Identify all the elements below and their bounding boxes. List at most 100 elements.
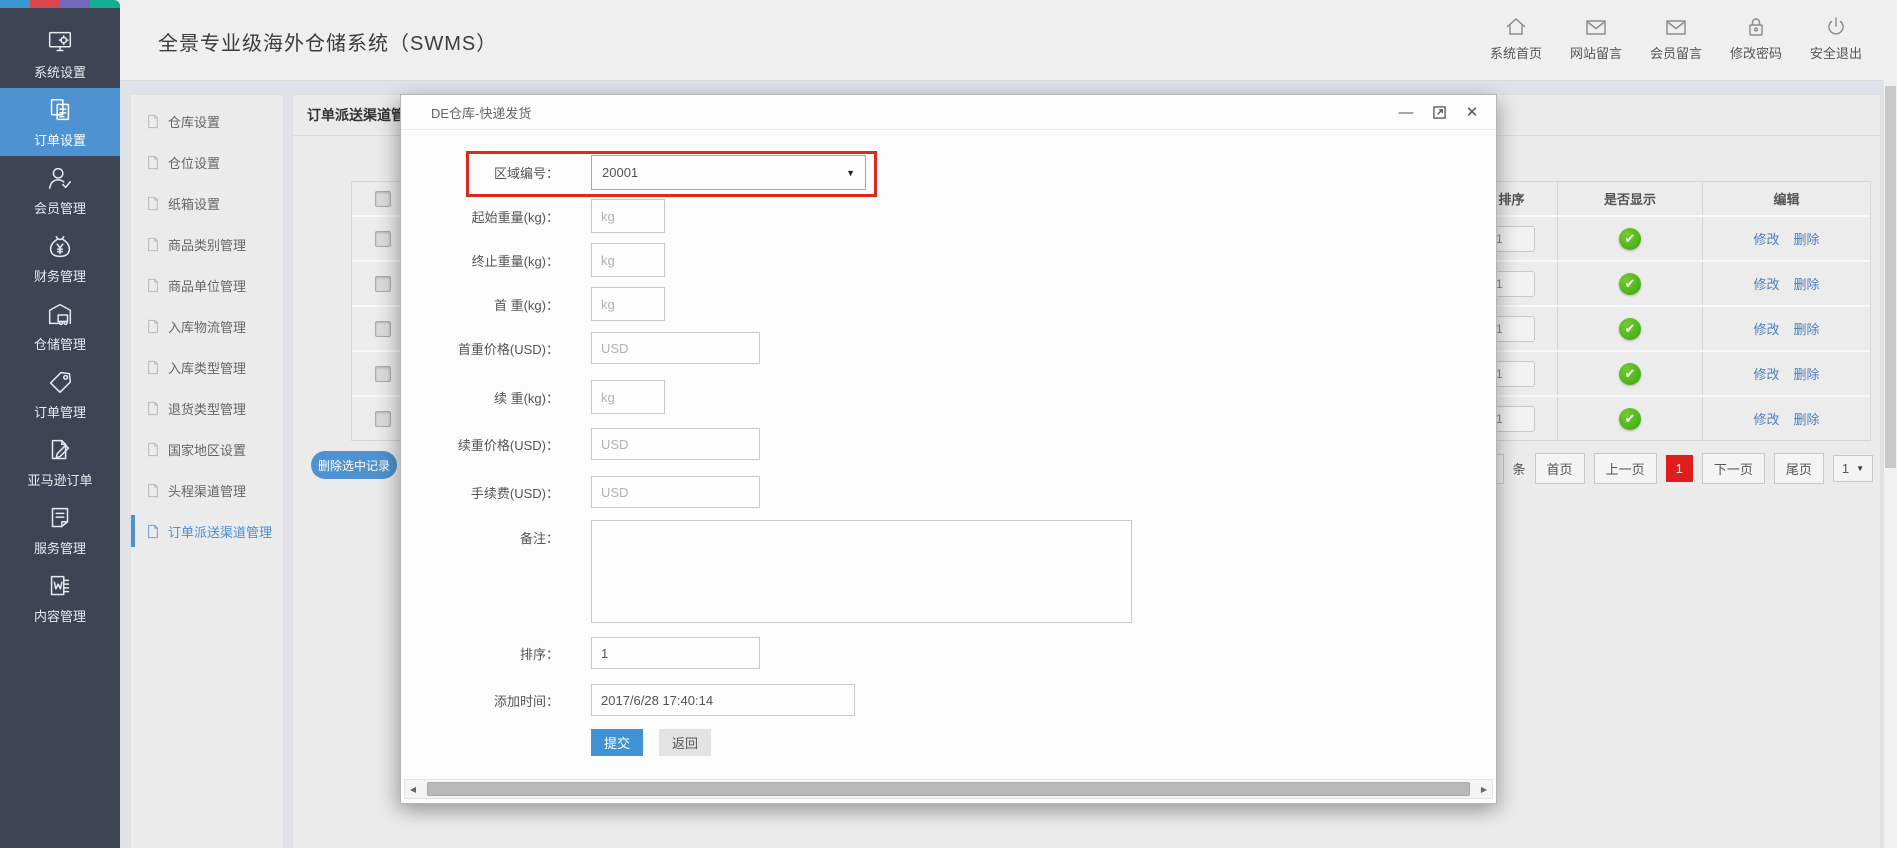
delete-selected-button[interactable]: 删除选中记录	[311, 451, 397, 479]
modal-horizontal-scrollbar[interactable]: ◀ ▶	[404, 779, 1493, 799]
delete-link[interactable]: 删除	[1794, 409, 1820, 428]
cont-weight-input[interactable]	[591, 380, 665, 414]
modify-link[interactable]: 修改	[1753, 364, 1779, 383]
submenu-item-product-category[interactable]: 商品类别管理	[131, 224, 283, 264]
first-page-button[interactable]: 首页	[1534, 453, 1585, 484]
modify-link[interactable]: 修改	[1753, 229, 1779, 248]
submenu-item-bin-settings[interactable]: 仓位设置	[131, 142, 283, 182]
delete-link[interactable]: 删除	[1794, 274, 1820, 293]
visible-check-icon[interactable]	[1619, 272, 1641, 295]
submenu-item-delivery-channel[interactable]: 订单派送渠道管理	[131, 511, 283, 551]
row-checkbox[interactable]	[375, 320, 391, 337]
cont-price-input[interactable]	[591, 428, 760, 460]
header-link-home[interactable]: 系统首页	[1483, 15, 1549, 62]
sidebar-item-content-management[interactable]: 内容管理	[0, 564, 120, 632]
end-weight-input[interactable]	[591, 243, 665, 277]
header-link-member-messages[interactable]: 会员留言	[1643, 15, 1709, 62]
modify-link[interactable]: 修改	[1753, 409, 1779, 428]
tag-icon	[49, 371, 72, 394]
sidebar-item-label: 订单设置	[33, 133, 86, 148]
row-checkbox[interactable]	[375, 410, 391, 427]
start-weight-input[interactable]	[591, 199, 665, 233]
col-header-visible: 是否显示	[1558, 182, 1703, 215]
field-row-cont-price: 续重价格(USD)：	[401, 428, 760, 460]
field-row-start-weight: 起始重量(kg)：	[401, 199, 665, 233]
delete-link[interactable]: 删除	[1794, 319, 1820, 338]
delete-link[interactable]: 删除	[1794, 364, 1820, 383]
top-header: 全景专业级海外仓储系统（SWMS） 系统首页 网站留言 会员留言 修改密码 安全…	[120, 0, 1897, 81]
delete-link[interactable]: 删除	[1794, 229, 1820, 248]
next-page-button[interactable]: 下一页	[1701, 453, 1765, 484]
sidebar-item-label: 订单管理	[33, 405, 86, 420]
minimize-icon[interactable]: —	[1398, 104, 1414, 121]
scrollbar-thumb[interactable]	[1885, 86, 1896, 468]
modify-link[interactable]: 修改	[1753, 319, 1779, 338]
sidebar-item-label: 服务管理	[33, 541, 86, 556]
remark-textarea[interactable]	[591, 520, 1132, 623]
app-title: 全景专业级海外仓储系统（SWMS）	[158, 33, 498, 55]
header-link-logout[interactable]: 安全退出	[1803, 15, 1869, 62]
last-page-button[interactable]: 尾页	[1773, 453, 1824, 484]
add-time-input[interactable]	[591, 684, 855, 716]
submenu-item-inbound-type[interactable]: 入库类型管理	[131, 347, 283, 387]
submenu-item-product-unit[interactable]: 商品单位管理	[131, 265, 283, 305]
sidebar-item-finance-management[interactable]: 财务管理	[0, 224, 120, 292]
sidebar-item-service-management[interactable]: 服务管理	[0, 496, 120, 564]
select-all-checkbox[interactable]	[375, 190, 391, 207]
current-page-button[interactable]: 1	[1665, 455, 1693, 482]
scroll-right-icon[interactable]: ▶	[1476, 781, 1492, 797]
warehouse-icon	[48, 303, 72, 326]
sidebar-item-warehouse-management[interactable]: 仓储管理	[0, 292, 120, 360]
first-weight-input[interactable]	[591, 287, 665, 321]
submenu-item-inbound-logistics[interactable]: 入库物流管理	[131, 306, 283, 346]
first-price-input[interactable]	[591, 332, 760, 364]
sidebar-item-order-settings[interactable]: 订单设置	[0, 88, 120, 156]
visible-check-icon[interactable]	[1619, 317, 1641, 340]
row-checkbox[interactable]	[375, 365, 391, 382]
page-icon	[148, 401, 158, 415]
visible-check-icon[interactable]	[1619, 227, 1641, 250]
row-checkbox[interactable]	[375, 275, 391, 292]
back-button[interactable]: 返回	[659, 729, 711, 756]
sidebar-item-label: 财务管理	[33, 269, 86, 284]
shipping-channel-modal: DE仓库-快递发货 — ✕ 区域编号： 20001▼ 起始重量(kg)： 终止重…	[400, 94, 1497, 804]
sidebar-item-system-settings[interactable]: 系统设置	[0, 20, 120, 88]
submenu-item-first-leg-channel[interactable]: 头程渠道管理	[131, 470, 283, 510]
monitor-gear-icon	[48, 31, 72, 52]
page-icon	[148, 114, 158, 128]
chevron-down-icon: ▼	[1856, 464, 1864, 473]
page-icon	[148, 360, 158, 374]
sidebar-item-order-management[interactable]: 订单管理	[0, 360, 120, 428]
visible-check-icon[interactable]	[1619, 362, 1641, 385]
field-row-add-time: 添加时间：	[401, 684, 855, 716]
zone-select[interactable]: 20001 ▼	[591, 155, 866, 190]
submenu-item-country-region[interactable]: 国家地区设置	[131, 429, 283, 469]
visible-check-icon[interactable]	[1619, 407, 1641, 430]
sidebar-item-label: 内容管理	[33, 609, 86, 624]
sidebar-item-member-management[interactable]: 会员管理	[0, 156, 120, 224]
scroll-left-icon[interactable]: ◀	[405, 781, 421, 797]
scrollbar-thumb[interactable]	[427, 782, 1470, 796]
maximize-icon[interactable]	[1431, 104, 1447, 120]
page-vertical-scrollbar[interactable]	[1883, 80, 1897, 848]
submenu-item-return-type[interactable]: 退货类型管理	[131, 388, 283, 428]
page-icon	[148, 155, 158, 169]
header-link-site-messages[interactable]: 网站留言	[1563, 15, 1629, 62]
sidebar-item-label: 系统设置	[33, 65, 86, 80]
page-number-select[interactable]: 1 ▼	[1832, 455, 1873, 482]
brand-color-strip	[0, 0, 120, 8]
modal-sort-input[interactable]	[591, 637, 760, 669]
fee-input[interactable]	[591, 476, 760, 508]
prev-page-button[interactable]: 上一页	[1593, 453, 1657, 484]
close-icon[interactable]: ✕	[1464, 104, 1480, 121]
modify-link[interactable]: 修改	[1753, 274, 1779, 293]
modal-title: DE仓库-快递发货	[431, 105, 532, 121]
submenu-item-warehouse-settings[interactable]: 仓库设置	[131, 101, 283, 141]
header-link-change-password[interactable]: 修改密码	[1723, 15, 1789, 62]
col-header-edit: 编辑	[1773, 192, 1800, 207]
field-row-end-weight: 终止重量(kg)：	[401, 243, 665, 277]
submenu-item-carton-settings[interactable]: 纸箱设置	[131, 183, 283, 223]
row-checkbox[interactable]	[375, 230, 391, 247]
submit-button[interactable]: 提交	[591, 729, 643, 756]
sidebar-item-amazon-orders[interactable]: 亚马逊订单	[0, 428, 120, 496]
